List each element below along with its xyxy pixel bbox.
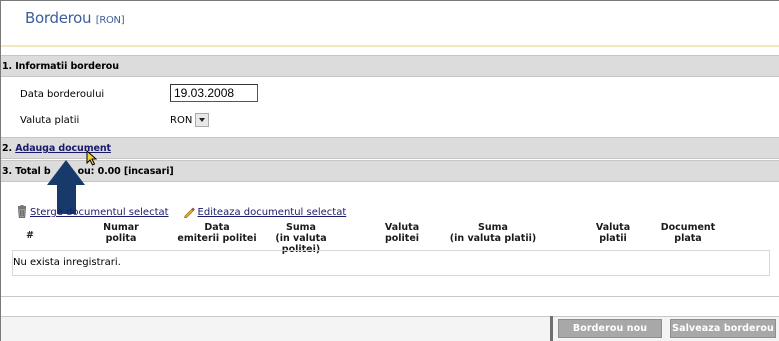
date-input[interactable] bbox=[170, 84, 258, 102]
currency-select[interactable]: RON bbox=[170, 111, 210, 129]
col-issue-date: Data emiterii politei bbox=[176, 222, 258, 244]
col-policy-number-l2: polita bbox=[105, 233, 137, 244]
pencil-icon bbox=[183, 207, 195, 218]
save-borderou-button[interactable]: Salveaza borderou bbox=[670, 319, 776, 338]
currency-tag: [RON] bbox=[95, 15, 125, 26]
footer-divider bbox=[550, 316, 553, 341]
col-sum-payment-l1: Suma bbox=[478, 222, 508, 233]
section-add-prefix: 2. bbox=[2, 143, 13, 154]
table-body: Nu exista inregistrari. bbox=[12, 250, 770, 276]
col-payment-doc-l2: plata bbox=[674, 233, 702, 244]
col-payment-doc: Document plata bbox=[656, 222, 720, 244]
title-bar: Borderou [RON] bbox=[1, 1, 779, 47]
col-policy-currency-l2: politei bbox=[384, 233, 420, 244]
footer-bar bbox=[1, 316, 779, 341]
edit-document-button[interactable]: Editeaza documentul selectat bbox=[183, 206, 347, 218]
section-add-header: 2. Adauga document bbox=[1, 137, 779, 159]
col-payment-currency-l2: platii bbox=[599, 233, 627, 244]
mouse-cursor-icon bbox=[86, 150, 98, 166]
section-info-title: 1. Informatii borderou bbox=[2, 61, 119, 72]
currency-label: Valuta platii bbox=[20, 115, 80, 126]
col-policy-number-l1: Numar bbox=[103, 222, 139, 233]
delete-document-button[interactable]: Sterge documentul selectat bbox=[17, 205, 169, 218]
col-policy-number: Numar polita bbox=[93, 222, 149, 244]
col-sum-payment-l2: (in valuta platii) bbox=[449, 233, 537, 244]
section-total-suffix: ou: 0.00 [incasari] bbox=[77, 166, 174, 177]
col-policy-currency: Valuta politei bbox=[379, 222, 425, 244]
arrow-head bbox=[47, 160, 85, 185]
section-total-header: 3. Total b ou: 0.00 [incasari] bbox=[1, 160, 779, 182]
section-info-header: 1. Informatii borderou bbox=[1, 55, 779, 77]
new-borderou-button[interactable]: Borderou nou bbox=[558, 319, 662, 338]
table-header: # Numar polita Data emiterii politei Sum… bbox=[1, 222, 779, 255]
page-title-text: Borderou bbox=[25, 9, 92, 27]
col-payment-doc-l1: Document bbox=[660, 222, 716, 233]
col-issue-date-l2: emiterii politei bbox=[177, 233, 257, 244]
col-payment-currency-l1: Valuta bbox=[595, 222, 631, 233]
col-sum-payment: Suma (in valuta platii) bbox=[441, 222, 545, 244]
page-title: Borderou [RON] bbox=[25, 9, 125, 27]
col-issue-date-l1: Data bbox=[204, 222, 230, 233]
col-policy-currency-l1: Valuta bbox=[384, 222, 420, 233]
col-num: # bbox=[26, 230, 34, 241]
table-actions: Sterge documentul selectat Editeaza docu… bbox=[17, 205, 360, 218]
content-separator bbox=[1, 296, 779, 297]
edit-document-label: Editeaza documentul selectat bbox=[197, 206, 347, 218]
date-label: Data borderoului bbox=[20, 89, 105, 100]
empty-table-message: Nu exista inregistrari. bbox=[13, 257, 121, 268]
trash-icon bbox=[18, 205, 26, 218]
currency-select-value: RON bbox=[170, 114, 193, 126]
col-sum-policy-l1: Suma bbox=[286, 222, 316, 233]
col-payment-currency: Valuta platii bbox=[591, 222, 635, 244]
delete-document-label: Sterge documentul selectat bbox=[30, 207, 169, 218]
section-total-prefix: 3. Total b bbox=[2, 166, 51, 177]
dropdown-arrow-icon[interactable] bbox=[195, 113, 210, 127]
